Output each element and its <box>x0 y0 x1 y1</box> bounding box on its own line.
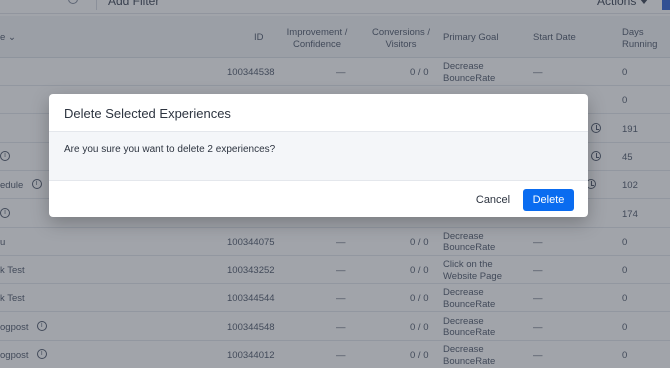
dialog-body: Are you sure you want to delete 2 experi… <box>49 132 588 181</box>
cancel-button[interactable]: Cancel <box>465 189 521 211</box>
delete-button[interactable]: Delete <box>523 189 574 211</box>
dialog-message: Are you sure you want to delete 2 experi… <box>64 144 276 155</box>
dialog-header: Delete Selected Experiences <box>49 94 588 132</box>
dialog-title: Delete Selected Experiences <box>64 106 231 121</box>
delete-confirm-dialog: Delete Selected Experiences Are you sure… <box>49 94 588 217</box>
